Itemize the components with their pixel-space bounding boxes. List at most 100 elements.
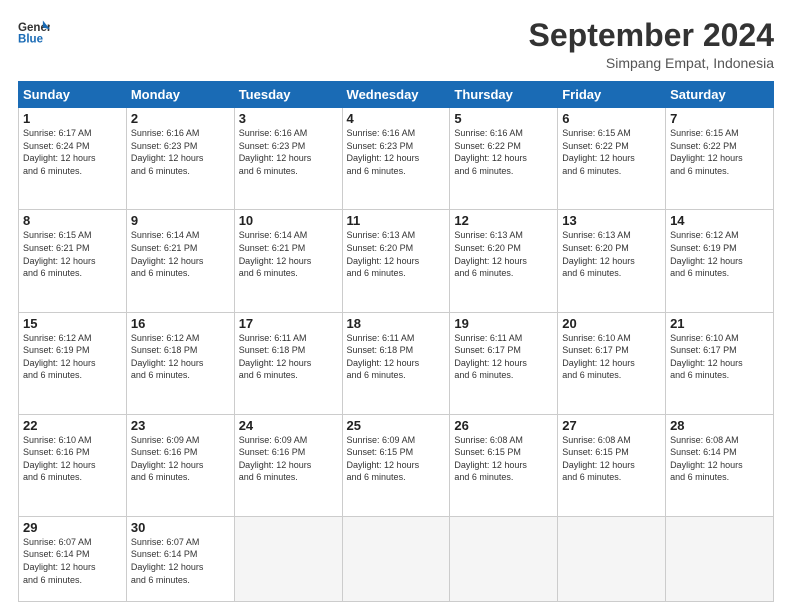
calendar-cell: 21 Sunrise: 6:10 AMSunset: 6:17 PMDaylig…: [666, 312, 774, 414]
day-info: Sunrise: 6:12 AMSunset: 6:19 PMDaylight:…: [670, 230, 743, 278]
day-number: 29: [23, 520, 122, 535]
day-number: 22: [23, 418, 122, 433]
day-info: Sunrise: 6:10 AMSunset: 6:16 PMDaylight:…: [23, 435, 96, 483]
day-number: 2: [131, 111, 230, 126]
logo-icon: General Blue: [18, 18, 50, 46]
day-number: 25: [347, 418, 446, 433]
calendar-cell: [450, 516, 558, 601]
logo: General Blue: [18, 18, 50, 46]
day-number: 30: [131, 520, 230, 535]
day-number: 24: [239, 418, 338, 433]
day-number: 27: [562, 418, 661, 433]
month-title: September 2024: [529, 18, 774, 53]
day-info: Sunrise: 6:08 AMSunset: 6:15 PMDaylight:…: [454, 435, 527, 483]
day-info: Sunrise: 6:16 AMSunset: 6:22 PMDaylight:…: [454, 128, 527, 176]
calendar-cell: 7 Sunrise: 6:15 AMSunset: 6:22 PMDayligh…: [666, 108, 774, 210]
day-number: 11: [347, 213, 446, 228]
day-info: Sunrise: 6:12 AMSunset: 6:18 PMDaylight:…: [131, 333, 204, 381]
week-row-3: 15 Sunrise: 6:12 AMSunset: 6:19 PMDaylig…: [19, 312, 774, 414]
day-info: Sunrise: 6:12 AMSunset: 6:19 PMDaylight:…: [23, 333, 96, 381]
day-info: Sunrise: 6:13 AMSunset: 6:20 PMDaylight:…: [454, 230, 527, 278]
day-number: 10: [239, 213, 338, 228]
day-of-week-sunday: Sunday: [19, 82, 127, 108]
calendar-cell: 28 Sunrise: 6:08 AMSunset: 6:14 PMDaylig…: [666, 414, 774, 516]
day-number: 28: [670, 418, 769, 433]
day-number: 23: [131, 418, 230, 433]
calendar-cell: 14 Sunrise: 6:12 AMSunset: 6:19 PMDaylig…: [666, 210, 774, 312]
day-info: Sunrise: 6:13 AMSunset: 6:20 PMDaylight:…: [562, 230, 635, 278]
day-info: Sunrise: 6:07 AMSunset: 6:14 PMDaylight:…: [131, 537, 204, 585]
day-of-week-monday: Monday: [126, 82, 234, 108]
day-number: 5: [454, 111, 553, 126]
day-info: Sunrise: 6:13 AMSunset: 6:20 PMDaylight:…: [347, 230, 420, 278]
calendar-cell: 23 Sunrise: 6:09 AMSunset: 6:16 PMDaylig…: [126, 414, 234, 516]
day-info: Sunrise: 6:11 AMSunset: 6:18 PMDaylight:…: [347, 333, 420, 381]
day-info: Sunrise: 6:09 AMSunset: 6:15 PMDaylight:…: [347, 435, 420, 483]
day-of-week-tuesday: Tuesday: [234, 82, 342, 108]
calendar-cell: 9 Sunrise: 6:14 AMSunset: 6:21 PMDayligh…: [126, 210, 234, 312]
day-number: 18: [347, 316, 446, 331]
day-number: 4: [347, 111, 446, 126]
calendar-cell: 17 Sunrise: 6:11 AMSunset: 6:18 PMDaylig…: [234, 312, 342, 414]
page: General Blue September 2024 Simpang Empa…: [0, 0, 792, 612]
calendar-cell: [666, 516, 774, 601]
calendar-cell: 2 Sunrise: 6:16 AMSunset: 6:23 PMDayligh…: [126, 108, 234, 210]
calendar-cell: 13 Sunrise: 6:13 AMSunset: 6:20 PMDaylig…: [558, 210, 666, 312]
calendar-cell: 4 Sunrise: 6:16 AMSunset: 6:23 PMDayligh…: [342, 108, 450, 210]
day-info: Sunrise: 6:15 AMSunset: 6:22 PMDaylight:…: [670, 128, 743, 176]
calendar-cell: 6 Sunrise: 6:15 AMSunset: 6:22 PMDayligh…: [558, 108, 666, 210]
day-number: 8: [23, 213, 122, 228]
day-info: Sunrise: 6:16 AMSunset: 6:23 PMDaylight:…: [239, 128, 312, 176]
day-info: Sunrise: 6:11 AMSunset: 6:18 PMDaylight:…: [239, 333, 312, 381]
day-of-week-thursday: Thursday: [450, 82, 558, 108]
day-number: 12: [454, 213, 553, 228]
calendar-cell: 26 Sunrise: 6:08 AMSunset: 6:15 PMDaylig…: [450, 414, 558, 516]
day-number: 14: [670, 213, 769, 228]
calendar-cell: 25 Sunrise: 6:09 AMSunset: 6:15 PMDaylig…: [342, 414, 450, 516]
calendar-cell: 16 Sunrise: 6:12 AMSunset: 6:18 PMDaylig…: [126, 312, 234, 414]
calendar-cell: [558, 516, 666, 601]
day-info: Sunrise: 6:16 AMSunset: 6:23 PMDaylight:…: [131, 128, 204, 176]
calendar-cell: 1 Sunrise: 6:17 AMSunset: 6:24 PMDayligh…: [19, 108, 127, 210]
svg-text:Blue: Blue: [18, 34, 44, 46]
day-info: Sunrise: 6:07 AMSunset: 6:14 PMDaylight:…: [23, 537, 96, 585]
calendar-cell: 24 Sunrise: 6:09 AMSunset: 6:16 PMDaylig…: [234, 414, 342, 516]
day-info: Sunrise: 6:15 AMSunset: 6:22 PMDaylight:…: [562, 128, 635, 176]
day-of-week-friday: Friday: [558, 82, 666, 108]
calendar-cell: 20 Sunrise: 6:10 AMSunset: 6:17 PMDaylig…: [558, 312, 666, 414]
calendar-header-row: SundayMondayTuesdayWednesdayThursdayFrid…: [19, 82, 774, 108]
day-number: 3: [239, 111, 338, 126]
day-of-week-wednesday: Wednesday: [342, 82, 450, 108]
day-info: Sunrise: 6:09 AMSunset: 6:16 PMDaylight:…: [239, 435, 312, 483]
calendar-cell: 19 Sunrise: 6:11 AMSunset: 6:17 PMDaylig…: [450, 312, 558, 414]
calendar-cell: 29 Sunrise: 6:07 AMSunset: 6:14 PMDaylig…: [19, 516, 127, 601]
calendar-cell: 12 Sunrise: 6:13 AMSunset: 6:20 PMDaylig…: [450, 210, 558, 312]
day-number: 13: [562, 213, 661, 228]
calendar-cell: 8 Sunrise: 6:15 AMSunset: 6:21 PMDayligh…: [19, 210, 127, 312]
day-number: 16: [131, 316, 230, 331]
day-info: Sunrise: 6:17 AMSunset: 6:24 PMDaylight:…: [23, 128, 96, 176]
calendar-cell: 5 Sunrise: 6:16 AMSunset: 6:22 PMDayligh…: [450, 108, 558, 210]
day-info: Sunrise: 6:14 AMSunset: 6:21 PMDaylight:…: [131, 230, 204, 278]
calendar-cell: 22 Sunrise: 6:10 AMSunset: 6:16 PMDaylig…: [19, 414, 127, 516]
week-row-1: 1 Sunrise: 6:17 AMSunset: 6:24 PMDayligh…: [19, 108, 774, 210]
week-row-5: 29 Sunrise: 6:07 AMSunset: 6:14 PMDaylig…: [19, 516, 774, 601]
day-number: 17: [239, 316, 338, 331]
day-number: 6: [562, 111, 661, 126]
day-info: Sunrise: 6:16 AMSunset: 6:23 PMDaylight:…: [347, 128, 420, 176]
calendar-cell: 27 Sunrise: 6:08 AMSunset: 6:15 PMDaylig…: [558, 414, 666, 516]
day-of-week-saturday: Saturday: [666, 82, 774, 108]
day-number: 7: [670, 111, 769, 126]
calendar-table: SundayMondayTuesdayWednesdayThursdayFrid…: [18, 81, 774, 602]
day-number: 19: [454, 316, 553, 331]
day-number: 21: [670, 316, 769, 331]
day-info: Sunrise: 6:14 AMSunset: 6:21 PMDaylight:…: [239, 230, 312, 278]
calendar-cell: 30 Sunrise: 6:07 AMSunset: 6:14 PMDaylig…: [126, 516, 234, 601]
day-info: Sunrise: 6:08 AMSunset: 6:15 PMDaylight:…: [562, 435, 635, 483]
calendar-cell: 11 Sunrise: 6:13 AMSunset: 6:20 PMDaylig…: [342, 210, 450, 312]
day-info: Sunrise: 6:08 AMSunset: 6:14 PMDaylight:…: [670, 435, 743, 483]
day-info: Sunrise: 6:10 AMSunset: 6:17 PMDaylight:…: [562, 333, 635, 381]
calendar-cell: 18 Sunrise: 6:11 AMSunset: 6:18 PMDaylig…: [342, 312, 450, 414]
location: Simpang Empat, Indonesia: [529, 55, 774, 71]
day-info: Sunrise: 6:10 AMSunset: 6:17 PMDaylight:…: [670, 333, 743, 381]
